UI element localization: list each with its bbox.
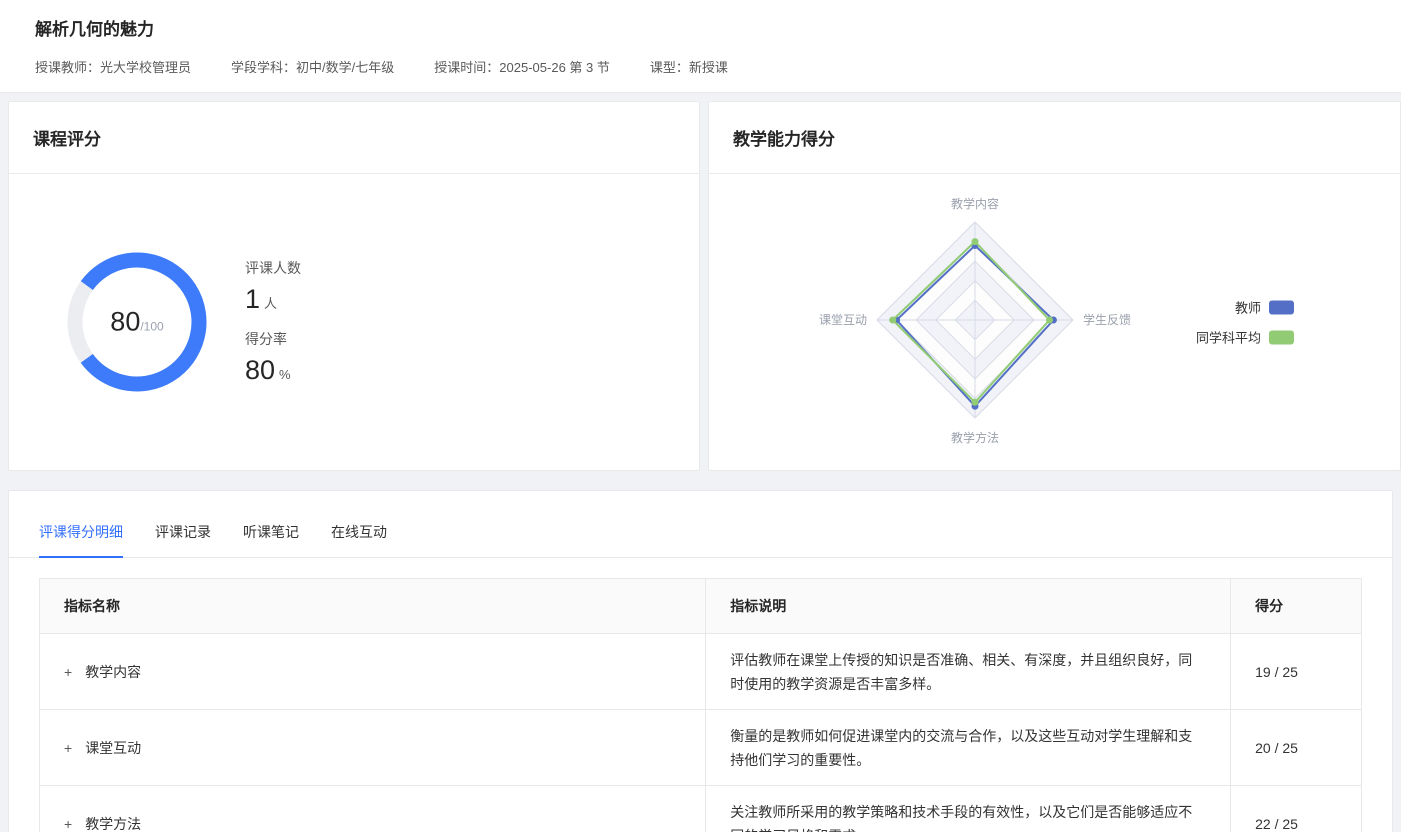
header-indicator-name: 指标名称	[40, 579, 706, 634]
course-meta-row: 授课教师：光大学校管理员 学段学科：初中/数学/七年级 授课时间：2025-05…	[35, 57, 1366, 76]
radar-chart-wrap: 教学内容学生反馈教学方法 课堂互动	[805, 172, 1145, 473]
summary-cards-row: 课程评分 80/100 评课人数 1人 得分率 80%	[0, 93, 1401, 479]
table-row: + 教学方法 关注教师所采用的教学策略和技术手段的有效性，以及它们是否能够适应不…	[40, 786, 1362, 832]
legend-item-teacher[interactable]: 教师	[1235, 298, 1294, 317]
legend-teacher-swatch-icon	[1269, 300, 1294, 314]
teaching-ability-card: 教学能力得分 教学内容学生反馈教学方法 课堂互动 教师 同学科平均	[708, 101, 1401, 471]
score-rate-unit: %	[279, 367, 291, 382]
table-row: + 教学内容 评估教师在课堂上传授的知识是否准确、相关、有深度，并且组织良好，同…	[40, 634, 1362, 710]
meta-time-label: 授课时间：	[434, 60, 499, 75]
legend-subject-average-label: 同学科平均	[1196, 328, 1261, 347]
indicator-desc: 关注教师所采用的教学策略和技术手段的有效性，以及它们是否能够适应不同的学习风格和…	[730, 800, 1206, 832]
meta-lesson-type-value: 新授课	[689, 60, 728, 75]
indicator-score: 20 / 25	[1255, 740, 1298, 756]
svg-text:课堂互动: 课堂互动	[819, 313, 867, 327]
indicator-name: 教学方法	[85, 814, 141, 832]
score-details-table: 指标名称 指标说明 得分 + 教学内容 评估教师在课堂上传授的知识是否准确、相关…	[39, 578, 1362, 832]
score-value: 80	[110, 307, 140, 337]
radar-legend: 教师 同学科平均	[1196, 298, 1294, 347]
donut-center-text: 80/100	[67, 252, 207, 392]
radar-chart: 教学内容学生反馈教学方法 课堂互动	[805, 172, 1145, 468]
meta-teacher: 授课教师：光大学校管理员	[35, 57, 191, 76]
meta-time: 授课时间：2025-05-26 第 3 节	[434, 57, 610, 76]
score-denominator: /100	[140, 320, 163, 334]
indicator-score: 22 / 25	[1255, 816, 1298, 832]
score-rate-label: 得分率	[245, 329, 301, 349]
table-row: + 课堂互动 衡量的是教师如何促进课堂内的交流与合作，以及这些互动对学生理解和支…	[40, 710, 1362, 786]
indicator-name: 课堂互动	[85, 738, 141, 758]
header-score: 得分	[1231, 579, 1362, 634]
indicator-score: 19 / 25	[1255, 664, 1298, 680]
meta-grade-subject-label: 学段学科：	[231, 60, 296, 75]
evaluation-details-card: 评课得分明细 评课记录 听课笔记 在线互动 指标名称 指标说明 得分 + 教学内…	[8, 490, 1393, 832]
raters-unit: 人	[264, 296, 277, 311]
legend-teacher-label: 教师	[1235, 298, 1261, 317]
details-tabs: 评课得分明细 评课记录 听课笔记 在线互动	[9, 491, 1392, 558]
legend-subject-average-swatch-icon	[1269, 330, 1294, 344]
raters-label: 评课人数	[245, 258, 301, 278]
meta-grade-subject: 学段学科：初中/数学/七年级	[231, 57, 394, 76]
score-rate-value: 80	[245, 355, 275, 385]
course-score-card: 课程评分 80/100 评课人数 1人 得分率 80%	[8, 101, 700, 471]
tab-online-interaction[interactable]: 在线互动	[331, 522, 387, 558]
tab-score-details[interactable]: 评课得分明细	[39, 522, 123, 558]
teaching-ability-body: 教学内容学生反馈教学方法 课堂互动 教师 同学科平均	[709, 174, 1400, 470]
table-header-row: 指标名称 指标说明 得分	[40, 579, 1362, 634]
meta-teacher-label: 授课教师：	[35, 60, 100, 75]
indicator-desc: 衡量的是教师如何促进课堂内的交流与合作，以及这些互动对学生理解和支持他们学习的重…	[730, 724, 1206, 772]
tab-listening-notes[interactable]: 听课笔记	[243, 522, 299, 558]
svg-text:教学内容: 教学内容	[951, 196, 999, 211]
svg-text:学生反馈: 学生反馈	[1083, 312, 1131, 327]
meta-grade-subject-value: 初中/数学/七年级	[296, 60, 394, 75]
score-rate-value-row: 80%	[245, 355, 301, 386]
meta-teacher-value: 光大学校管理员	[100, 60, 191, 75]
course-score-body: 80/100 评课人数 1人 得分率 80%	[9, 174, 699, 470]
legend-item-subject-average[interactable]: 同学科平均	[1196, 328, 1294, 347]
course-score-donut: 80/100	[67, 252, 207, 392]
raters-value: 1	[245, 284, 260, 314]
course-score-title: 课程评分	[9, 102, 699, 174]
tab-review-records[interactable]: 评课记录	[155, 522, 211, 558]
indicator-desc: 评估教师在课堂上传授的知识是否准确、相关、有深度，并且组织良好，同时使用的教学资…	[730, 648, 1206, 696]
teaching-ability-title: 教学能力得分	[709, 102, 1400, 174]
course-header: 解析几何的魅力 授课教师：光大学校管理员 学段学科：初中/数学/七年级 授课时间…	[0, 0, 1401, 93]
indicator-name: 教学内容	[85, 662, 141, 682]
expand-icon[interactable]: +	[64, 665, 72, 679]
page-title: 解析几何的魅力	[35, 15, 1366, 40]
meta-time-value: 2025-05-26 第 3 节	[499, 60, 610, 75]
score-stats: 评课人数 1人 得分率 80%	[245, 258, 301, 386]
expand-icon[interactable]: +	[64, 741, 72, 755]
meta-lesson-type-label: 课型：	[650, 60, 689, 75]
expand-icon[interactable]: +	[64, 817, 72, 831]
header-indicator-desc: 指标说明	[706, 579, 1231, 634]
meta-lesson-type: 课型：新授课	[650, 57, 728, 76]
svg-text:教学方法: 教学方法	[951, 430, 999, 445]
raters-value-row: 1人	[245, 284, 301, 315]
